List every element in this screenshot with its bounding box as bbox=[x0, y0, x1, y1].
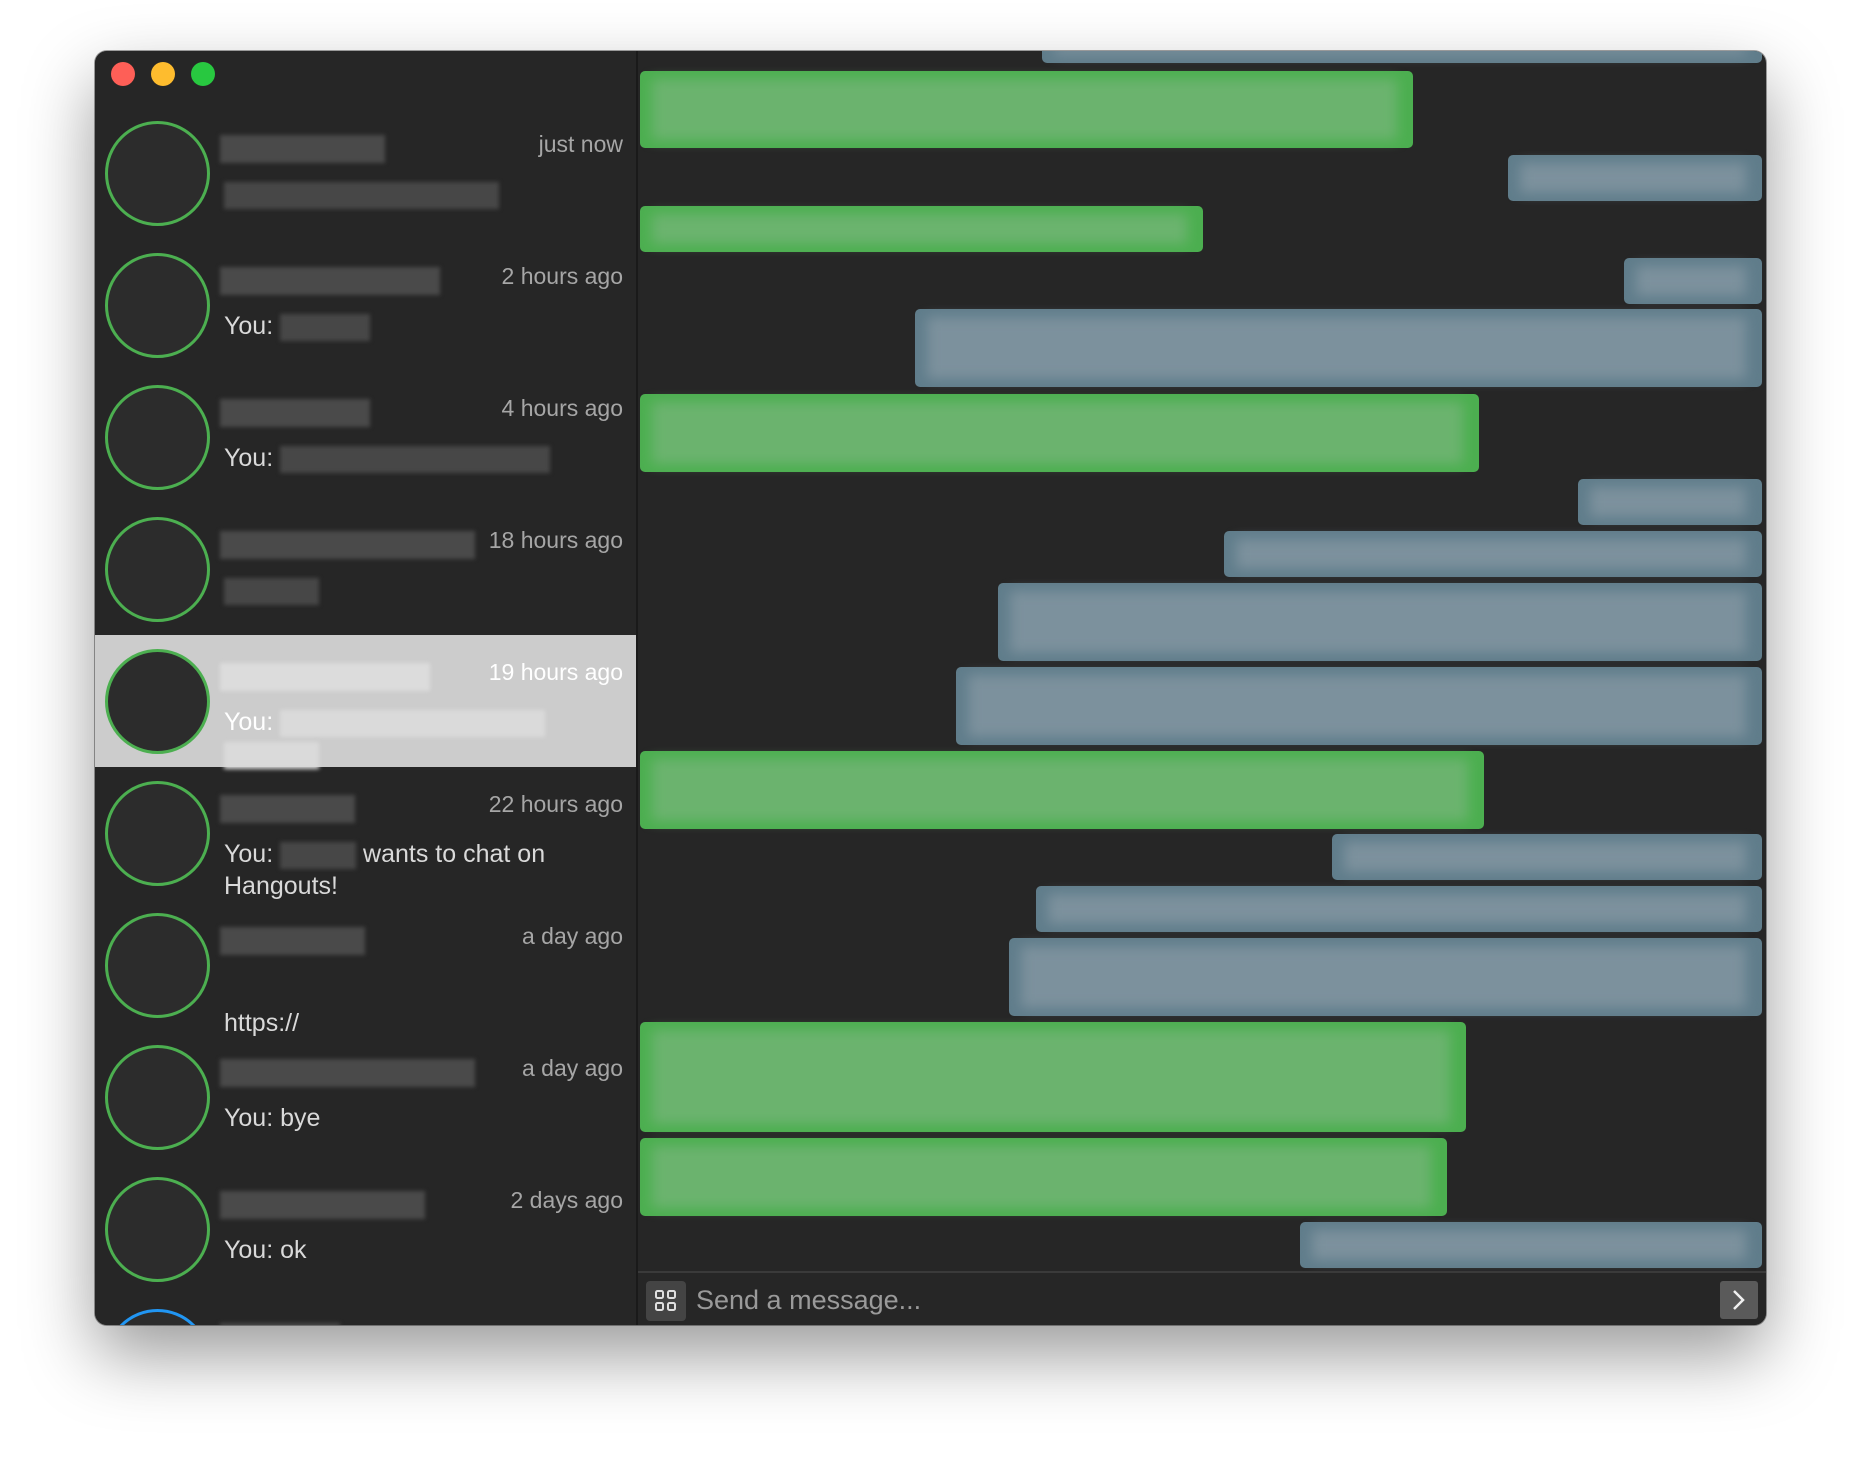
conversation-time: a day ago bbox=[521, 1055, 623, 1081]
preview-redacted bbox=[280, 709, 546, 737]
preview-prefix: You: bbox=[224, 708, 274, 736]
conversation-item-selected[interactable]: 19 hours ago You: bbox=[95, 635, 636, 770]
conversation-time: 19 hours ago bbox=[488, 659, 623, 685]
conversation-list: just now 2 hours ago You: 4 hours ago Yo… bbox=[95, 51, 636, 1325]
contact-name-redacted bbox=[220, 1059, 475, 1087]
avatar bbox=[105, 385, 210, 490]
conversation-item[interactable]: 22 hours ago You: wants to chat on Hango… bbox=[95, 767, 636, 902]
received-message bbox=[1578, 479, 1762, 525]
message-composer bbox=[638, 1271, 1766, 1325]
sent-message bbox=[640, 71, 1413, 148]
received-message bbox=[956, 667, 1762, 745]
conversation-item[interactable]: a day ago You: bye bbox=[95, 1031, 636, 1163]
preview-redacted bbox=[224, 741, 319, 769]
received-message bbox=[1508, 155, 1762, 201]
contact-name-redacted bbox=[220, 1323, 340, 1325]
preview-prefix: You: bbox=[224, 444, 274, 472]
avatar bbox=[105, 517, 210, 622]
conversation-time: 2 hours ago bbox=[501, 263, 623, 289]
contact-name-redacted bbox=[220, 531, 475, 559]
conversation-item[interactable]: 4 hours ago You: bbox=[95, 371, 636, 503]
conversation-preview bbox=[224, 178, 564, 210]
preview-redacted bbox=[280, 313, 371, 341]
minimize-window-button[interactable] bbox=[151, 62, 175, 86]
avatar bbox=[105, 649, 210, 754]
conversation-preview: You: ok bbox=[224, 1234, 564, 1266]
avatar bbox=[105, 253, 210, 358]
grid-icon bbox=[655, 1290, 676, 1311]
sent-message bbox=[640, 206, 1203, 252]
avatar bbox=[105, 1045, 210, 1150]
contact-name-redacted bbox=[220, 267, 440, 295]
received-message bbox=[1624, 258, 1762, 304]
received-message bbox=[1009, 938, 1762, 1016]
close-window-button[interactable] bbox=[111, 62, 135, 86]
conversation-preview: You: bye bbox=[224, 1102, 564, 1134]
preview-redacted bbox=[280, 841, 357, 869]
conversation-time: a day ago bbox=[521, 923, 623, 949]
zoom-window-button[interactable] bbox=[191, 62, 215, 86]
preview-prefix: You: bbox=[224, 840, 274, 868]
received-message bbox=[1036, 886, 1762, 932]
conversation-preview: You: bbox=[224, 310, 564, 342]
sent-message bbox=[640, 751, 1484, 829]
avatar bbox=[105, 913, 210, 1018]
conversation-item[interactable]: just now bbox=[95, 107, 636, 239]
contact-name-redacted bbox=[220, 1191, 425, 1219]
contact-name-redacted bbox=[220, 927, 365, 955]
preview-redacted bbox=[280, 445, 551, 473]
preview-redacted bbox=[224, 577, 319, 605]
conversation-preview: You: bbox=[224, 706, 564, 770]
conversation-item[interactable]: 2 days ago You: ok bbox=[95, 1163, 636, 1295]
conversation-item[interactable] bbox=[95, 1295, 636, 1325]
received-message bbox=[1300, 1222, 1762, 1268]
preview-prefix: You: bbox=[224, 312, 274, 340]
contact-name-redacted bbox=[220, 663, 430, 691]
contact-name-redacted bbox=[220, 795, 355, 823]
conversation-item[interactable]: a day ago https:// bbox=[95, 899, 636, 1037]
contact-name-redacted bbox=[220, 135, 385, 163]
chevron-right-icon bbox=[1733, 1290, 1745, 1310]
received-message bbox=[998, 583, 1762, 661]
conversation-preview bbox=[224, 574, 564, 606]
avatar bbox=[105, 1177, 210, 1282]
apps-grid-button[interactable] bbox=[646, 1281, 686, 1321]
window-controls bbox=[111, 62, 215, 86]
received-message bbox=[1042, 51, 1762, 63]
avatar bbox=[105, 1309, 210, 1325]
conversation-item[interactable]: 2 hours ago You: bbox=[95, 239, 636, 371]
conversation-preview: You: wants to chat on Hangouts! bbox=[224, 838, 564, 902]
preview-prefix: You: bye bbox=[224, 1104, 321, 1132]
preview-prefix: You: ok bbox=[224, 1236, 307, 1264]
received-message bbox=[1332, 834, 1762, 880]
conversation-time: 4 hours ago bbox=[501, 395, 623, 421]
conversation-time: 2 days ago bbox=[510, 1187, 623, 1213]
received-message bbox=[915, 309, 1762, 387]
hangouts-window: just now 2 hours ago You: 4 hours ago Yo… bbox=[95, 51, 1766, 1325]
avatar bbox=[105, 121, 210, 226]
received-message bbox=[1224, 531, 1762, 577]
avatar bbox=[105, 781, 210, 886]
message-thread[interactable] bbox=[638, 51, 1766, 1273]
sent-message bbox=[640, 394, 1479, 472]
conversation-time: just now bbox=[538, 131, 623, 157]
sent-message bbox=[640, 1022, 1466, 1132]
send-button[interactable] bbox=[1720, 1281, 1758, 1319]
contact-name-redacted bbox=[220, 399, 370, 427]
conversation-preview: You: bbox=[224, 442, 564, 474]
conversation-item[interactable]: 18 hours ago bbox=[95, 503, 636, 635]
preview-redacted bbox=[224, 181, 499, 209]
conversation-time: 18 hours ago bbox=[488, 527, 623, 553]
sent-message bbox=[640, 1138, 1447, 1216]
preview-suffix: wants to chat on Hangouts! bbox=[224, 840, 546, 900]
message-input[interactable] bbox=[694, 1279, 1598, 1321]
conversation-time: 22 hours ago bbox=[488, 791, 623, 817]
